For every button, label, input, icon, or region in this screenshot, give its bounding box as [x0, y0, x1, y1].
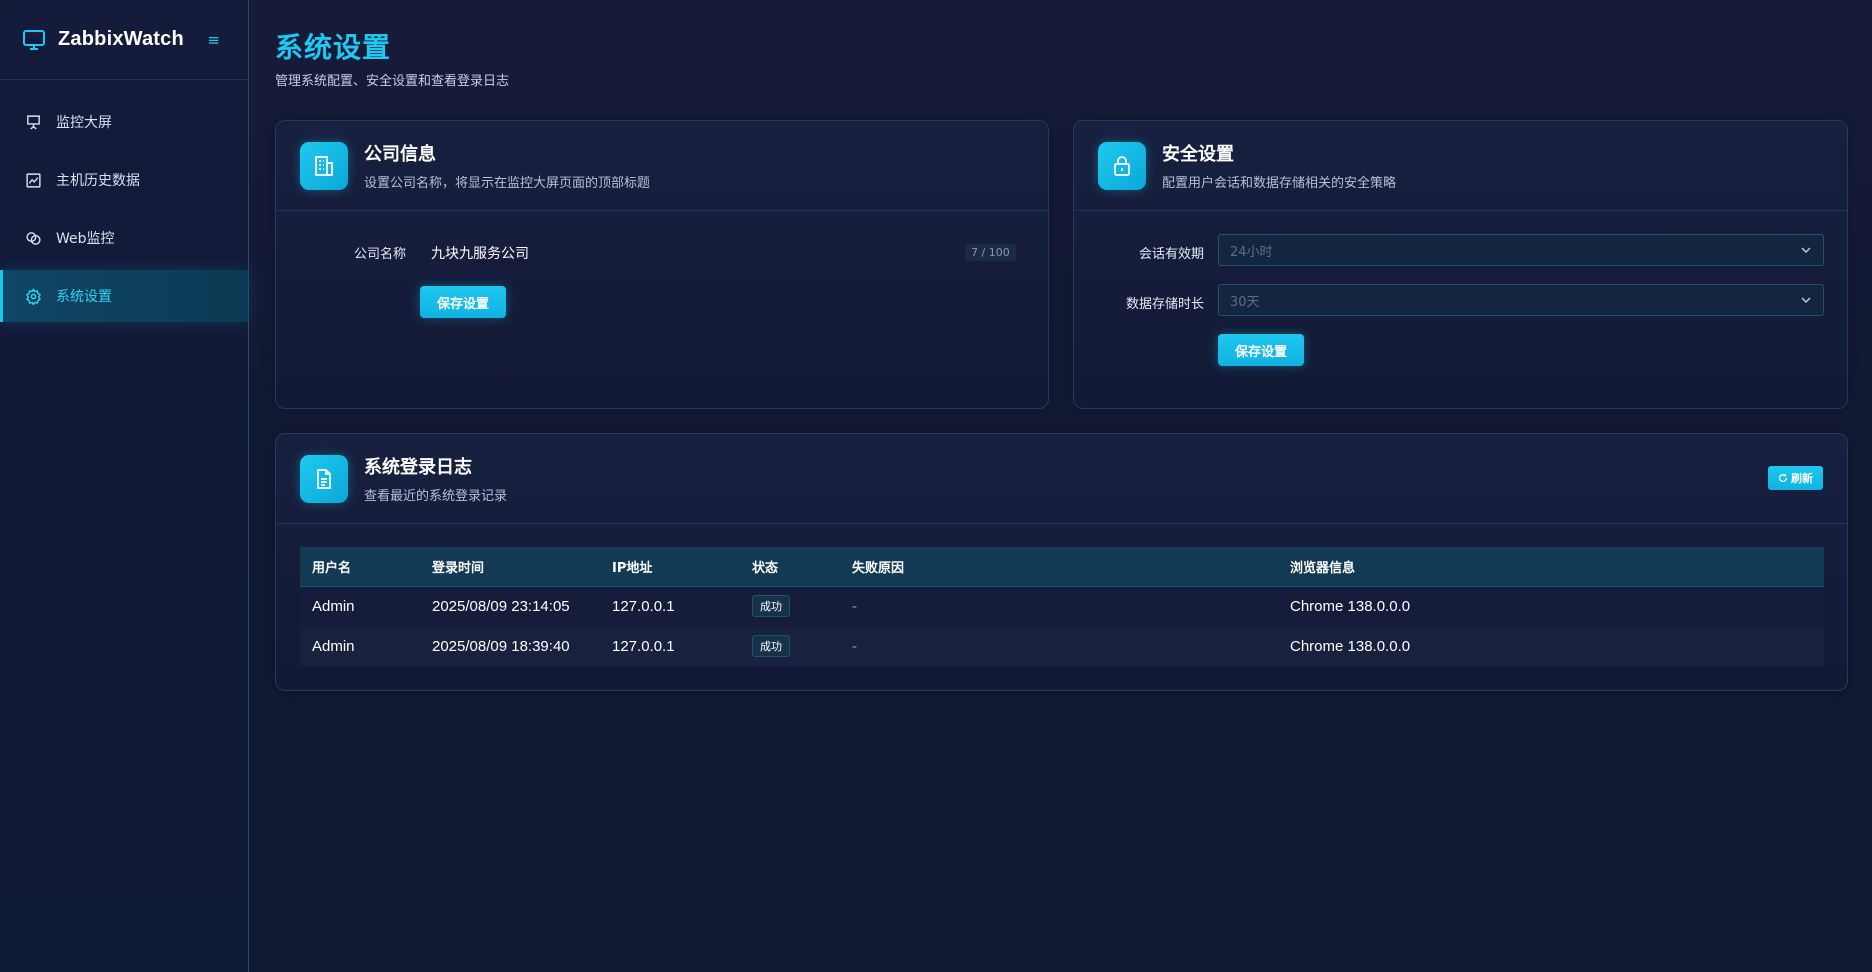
presentation-icon [27, 114, 40, 129]
sidebar-item-web-monitor[interactable]: Web监控 [0, 212, 248, 264]
main-content: 系统设置 管理系统配置、安全设置和查看登录日志 公司信息 设置公司名称，将显示在… [250, 0, 1872, 972]
company-info-card: 公司信息 设置公司名称，将显示在监控大屏页面的顶部标题 公司名称 九块九服务公司… [275, 120, 1049, 409]
sidebar: ZabbixWatch ≡ 监控大屏 主机历史数据 Web监控 系统设置 [0, 0, 249, 972]
login-log-table: 用户名 登录时间 IP地址 状态 失败原因 浏览器信息 Admin 2025/0… [300, 547, 1824, 666]
menu-toggle-icon[interactable]: ≡ [207, 31, 220, 49]
cell-browser: Chrome 138.0.0.0 [1290, 597, 1411, 615]
chevron-down-icon [1801, 297, 1811, 303]
document-icon [300, 454, 348, 503]
security-save-button[interactable]: 保存设置 [1218, 334, 1304, 366]
cell-reason: - [852, 637, 857, 655]
cell-login-time: 2025/08/09 23:14:05 [432, 597, 570, 615]
card-title: 公司信息 [364, 144, 436, 165]
sidebar-item-label: 主机历史数据 [56, 173, 140, 189]
cell-username: Admin [312, 597, 355, 615]
card-description: 设置公司名称，将显示在监控大屏页面的顶部标题 [364, 176, 651, 191]
cell-ip: 127.0.0.1 [612, 597, 675, 615]
cell-ip: 127.0.0.1 [612, 637, 675, 655]
table-row: Admin 2025/08/09 18:39:40 127.0.0.1 成功 -… [300, 626, 1824, 666]
sidebar-item-settings[interactable]: 系统设置 [0, 270, 248, 322]
card-description: 查看最近的系统登录记录 [364, 489, 508, 504]
column-header[interactable]: 用户名 [300, 547, 420, 587]
status-badge: 成功 [752, 595, 790, 618]
sidebar-item-label: 监控大屏 [56, 115, 112, 131]
chart-icon [26, 172, 41, 188]
security-settings-card: 安全设置 配置用户会话和数据存储相关的安全策略 会话有效期 24小时 数据存储时… [1073, 120, 1848, 409]
card-title: 安全设置 [1162, 144, 1234, 165]
table-header-row: 用户名 登录时间 IP地址 状态 失败原因 浏览器信息 [300, 547, 1824, 587]
company-save-button[interactable]: 保存设置 [420, 286, 506, 318]
session-label: 会话有效期 [1138, 247, 1204, 262]
session-select[interactable]: 24小时 [1218, 234, 1824, 266]
column-header[interactable]: 登录时间 [420, 547, 600, 587]
brand-bar: ZabbixWatch ≡ [0, 0, 248, 80]
column-header[interactable]: 失败原因 [840, 547, 1278, 587]
card-description: 配置用户会话和数据存储相关的安全策略 [1162, 176, 1397, 191]
storage-label: 数据存储时长 [1125, 297, 1204, 312]
card-title: 系统登录日志 [364, 457, 472, 478]
cell-login-time: 2025/08/09 18:39:40 [432, 637, 570, 655]
link-icon [26, 231, 41, 245]
chevron-down-icon [1801, 247, 1811, 253]
refresh-label: 刷新 [1791, 472, 1813, 485]
sidebar-item-history[interactable]: 主机历史数据 [0, 154, 248, 206]
sidebar-nav: 监控大屏 主机历史数据 Web监控 系统设置 [0, 80, 248, 322]
card-header: 系统登录日志 查看最近的系统登录记录 刷新 [276, 434, 1847, 524]
column-header[interactable]: 状态 [740, 547, 840, 587]
table-row: Admin 2025/08/09 23:14:05 127.0.0.1 成功 -… [300, 586, 1824, 626]
app-window: ZabbixWatch ≡ 监控大屏 主机历史数据 Web监控 系统设置 系统设… [0, 0, 1872, 972]
storage-select-value: 30天 [1230, 294, 1260, 310]
card-header: 安全设置 配置用户会话和数据存储相关的安全策略 [1074, 121, 1847, 211]
column-header[interactable]: IP地址 [600, 547, 740, 587]
cell-reason: - [852, 597, 857, 615]
card-header: 公司信息 设置公司名称，将显示在监控大屏页面的顶部标题 [276, 121, 1048, 211]
cell-status: 成功 [740, 586, 840, 626]
cell-browser: Chrome 138.0.0.0 [1290, 637, 1411, 655]
building-icon [300, 141, 348, 190]
brand-name: ZabbixWatch [58, 28, 184, 50]
sidebar-item-dashboard[interactable]: 监控大屏 [0, 96, 248, 148]
cell-status: 成功 [740, 626, 840, 666]
lock-icon [1098, 141, 1146, 190]
status-badge: 成功 [752, 635, 790, 657]
cell-username: Admin [312, 637, 355, 655]
session-select-value: 24小时 [1230, 244, 1273, 260]
login-log-card: 系统登录日志 查看最近的系统登录记录 刷新 用户名 登录时间 IP地址 状态 失… [275, 433, 1848, 691]
refresh-button[interactable]: 刷新 [1768, 466, 1823, 490]
char-counter: 7 / 100 [965, 244, 1016, 261]
sidebar-item-label: Web监控 [56, 231, 115, 247]
gear-icon [25, 287, 42, 305]
refresh-icon [1779, 473, 1787, 482]
monitor-icon [23, 29, 45, 50]
column-header[interactable]: 浏览器信息 [1278, 547, 1824, 587]
company-name-input[interactable]: 九块九服务公司 [431, 243, 529, 263]
page-title: 系统设置 [275, 31, 392, 64]
company-name-label: 公司名称 [353, 247, 406, 262]
storage-select[interactable]: 30天 [1218, 284, 1824, 316]
page-subtitle: 管理系统配置、安全设置和查看登录日志 [275, 74, 510, 89]
sidebar-item-label: 系统设置 [56, 289, 112, 305]
